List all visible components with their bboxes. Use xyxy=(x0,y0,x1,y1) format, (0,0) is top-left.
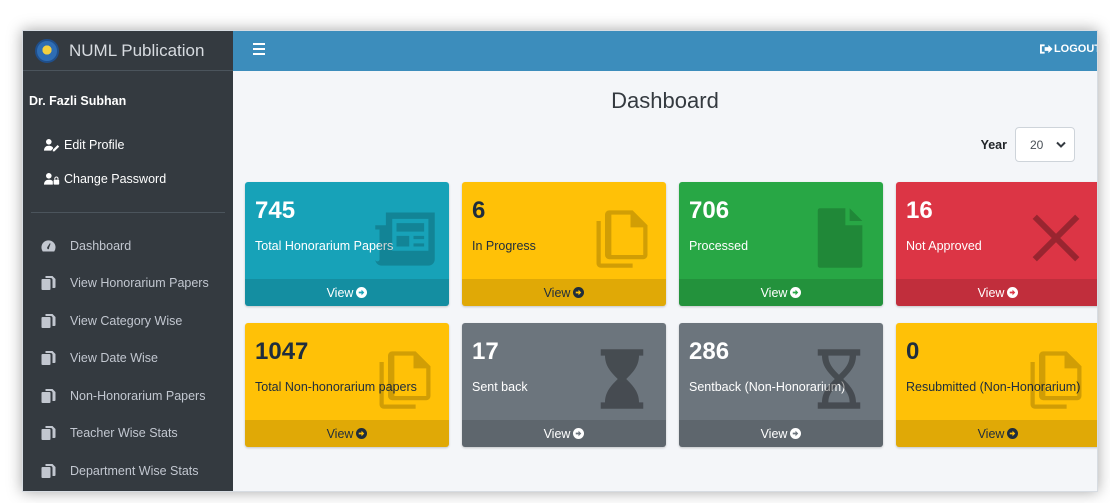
card-view-link[interactable]: View xyxy=(462,420,666,447)
card-value: 706 xyxy=(689,197,730,224)
arrow-circle-right-icon xyxy=(356,428,368,439)
copy-icon xyxy=(41,351,56,366)
sidebar-item-teacher-wise-stats[interactable]: Teacher Wise Stats xyxy=(23,415,233,453)
card-value: 0 xyxy=(906,338,920,365)
copy-icon xyxy=(379,351,431,409)
sidebar: NUML Publication Dr. Fazli Subhan Edit P… xyxy=(23,31,233,491)
sidebar-item-label: Non-Honorarium Papers xyxy=(70,388,206,403)
tachometer-icon xyxy=(41,240,56,252)
page-title: Dashboard xyxy=(611,88,719,113)
hourglass-icon xyxy=(600,349,644,409)
card-view-link[interactable]: View xyxy=(896,279,1097,306)
card-footer-label: View xyxy=(760,285,788,300)
card-label: Processed xyxy=(689,239,749,253)
top-navbar: LOGOUT xyxy=(233,31,1097,71)
sidebar-item-view-honorarium-papers[interactable]: View Honorarium Papers xyxy=(23,265,233,303)
sidebar-item-department-wise-stats[interactable]: Department Wise Stats xyxy=(23,452,233,490)
user-lock-icon xyxy=(44,173,60,185)
copy-icon xyxy=(41,426,56,441)
copy-icon xyxy=(41,388,56,403)
sidebar-item-view-category-wise[interactable]: View Category Wise xyxy=(23,302,233,340)
card-processed: 706 Processed View xyxy=(679,182,883,306)
card-not-approved: 16 Not Approved View xyxy=(896,182,1097,306)
edit-profile-link[interactable]: Edit Profile xyxy=(23,128,233,162)
card-total-non-honorarium-papers: 1047 Total Non-honorarium papers View xyxy=(245,323,449,447)
year-select[interactable]: 20 xyxy=(1015,127,1075,162)
arrow-circle-right-icon xyxy=(573,287,585,298)
card-value: 16 xyxy=(906,197,933,224)
copy-icon xyxy=(596,210,648,268)
logout-button[interactable]: LOGOUT xyxy=(1039,43,1098,55)
arrow-circle-right-icon xyxy=(573,428,585,439)
sign-out-icon xyxy=(1039,44,1053,54)
chevron-down-icon xyxy=(1056,141,1066,148)
copy-icon xyxy=(41,276,56,291)
sidebar-item-view-date-wise[interactable]: View Date Wise xyxy=(23,340,233,378)
card-in-progress: 6 In Progress View xyxy=(462,182,666,306)
card-label: Sent back xyxy=(472,380,528,394)
change-password-label: Change Password xyxy=(64,172,167,186)
year-filter: Year 20 xyxy=(981,127,1075,162)
card-value: 17 xyxy=(472,338,499,365)
card-footer-label: View xyxy=(977,285,1005,300)
sidebar-item-label: Teacher Wise Stats xyxy=(70,426,178,441)
year-select-value: 20 xyxy=(1030,137,1044,152)
sidebar-item-label: Dashboard xyxy=(70,238,132,253)
sidebar-item-label: View Honorarium Papers xyxy=(70,276,209,291)
card-view-link[interactable]: View xyxy=(679,279,883,306)
card-resubmitted-non-honorarium: 0 Resubmitted (Non-Honorarium) View xyxy=(896,323,1097,447)
brand-link[interactable]: NUML Publication xyxy=(23,31,233,71)
numl-logo xyxy=(35,38,59,63)
arrow-circle-right-icon xyxy=(356,287,368,298)
card-value: 1047 xyxy=(255,338,309,365)
card-view-link[interactable]: View xyxy=(462,279,666,306)
card-value: 6 xyxy=(472,197,486,224)
year-label: Year xyxy=(980,137,1007,152)
card-view-link[interactable]: View xyxy=(896,420,1097,447)
card-sentback-non-honorarium: 286 Sentback (Non-Honorarium) View xyxy=(679,323,883,447)
card-footer-label: View xyxy=(760,426,788,441)
change-password-link[interactable]: Change Password xyxy=(23,162,233,196)
copy-icon xyxy=(1030,351,1082,409)
arrow-circle-right-icon xyxy=(790,287,802,298)
card-label: Not Approved xyxy=(906,239,982,253)
edit-profile-label: Edit Profile xyxy=(64,138,125,152)
card-view-link[interactable]: View xyxy=(245,279,449,306)
card-footer-label: View xyxy=(977,426,1005,441)
sidebar-item-label: View Category Wise xyxy=(70,313,183,328)
card-footer-label: View xyxy=(326,285,354,300)
sidebar-nav: Dashboard View Honorarium Papers View Ca… xyxy=(23,213,233,490)
copy-icon xyxy=(41,313,56,328)
main-content: Dashboard Year 20 745 Total Honorarium P… xyxy=(233,71,1097,491)
card-footer-label: View xyxy=(326,426,354,441)
card-footer-label: View xyxy=(543,285,571,300)
card-total-honorarium-papers: 745 Total Honorarium Papers View xyxy=(245,182,449,306)
menu-toggle-icon[interactable] xyxy=(253,43,265,58)
card-value: 286 xyxy=(689,338,730,365)
sidebar-item-non-honorarium-papers[interactable]: Non-Honorarium Papers xyxy=(23,377,233,415)
brand-text: NUML Publication xyxy=(69,40,205,60)
card-footer-label: View xyxy=(543,426,571,441)
sidebar-item-dashboard[interactable]: Dashboard xyxy=(23,227,233,265)
times-icon xyxy=(1032,214,1080,262)
card-label: In Progress xyxy=(472,239,536,253)
newspaper-icon xyxy=(375,212,435,266)
file-icon xyxy=(817,208,863,268)
logout-label: LOGOUT xyxy=(1053,43,1098,55)
sidebar-item-label: Department Wise Stats xyxy=(70,463,199,478)
user-edit-icon xyxy=(44,139,60,152)
app-window: NUML Publication Dr. Fazli Subhan Edit P… xyxy=(22,30,1098,492)
copy-icon xyxy=(41,463,56,478)
card-view-link[interactable]: View xyxy=(679,420,883,447)
hourglass-outline-icon xyxy=(817,349,861,409)
card-view-link[interactable]: View xyxy=(245,420,449,447)
arrow-circle-right-icon xyxy=(790,428,802,439)
user-name: Dr. Fazli Subhan xyxy=(29,94,127,108)
arrow-circle-right-icon xyxy=(1007,428,1019,439)
sidebar-item-label: View Date Wise xyxy=(70,351,158,366)
card-value: 745 xyxy=(255,197,296,224)
card-sent-back: 17 Sent back View xyxy=(462,323,666,447)
arrow-circle-right-icon xyxy=(1007,287,1019,298)
